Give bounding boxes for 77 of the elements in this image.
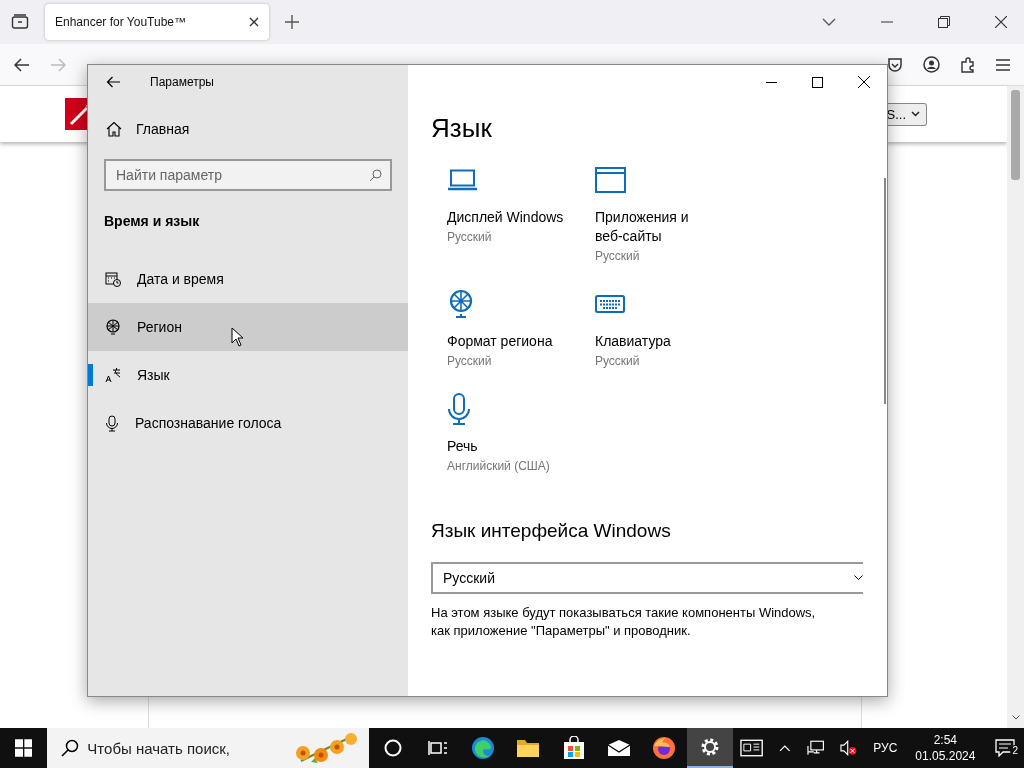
menu-icon[interactable] xyxy=(996,58,1010,71)
chevron-up-icon[interactable] xyxy=(779,744,791,752)
home-icon xyxy=(106,121,122,137)
close-icon[interactable] xyxy=(249,17,259,27)
chevron-down-icon[interactable] xyxy=(822,18,836,26)
search-icon xyxy=(61,739,80,757)
tab-list-icon[interactable] xyxy=(11,14,29,30)
language-dropdown[interactable]: Русский xyxy=(431,562,863,594)
tile-title: Приложения и веб-сайты xyxy=(595,208,690,246)
home-link[interactable]: Главная xyxy=(88,99,408,137)
settings-tile[interactable]: Речь Английский (США) xyxy=(447,393,595,476)
nav-item-label: Распознавание голоса xyxy=(135,415,282,431)
task-view-icon xyxy=(427,740,448,756)
scrollbar-thumb[interactable] xyxy=(1011,90,1020,180)
news-icon[interactable] xyxy=(739,739,763,757)
tile-subtitle: Русский xyxy=(447,353,492,370)
browser-tab[interactable]: Enhancer for YouTube™ xyxy=(45,4,269,40)
nav-item[interactable]: Распознавание голоса xyxy=(88,399,408,447)
windows-logo-icon[interactable] xyxy=(15,739,33,757)
nav-item-label: Регион xyxy=(137,319,182,335)
nav-item[interactable]: Дата и время xyxy=(88,255,408,303)
tile-title: Дисплей Windows xyxy=(447,208,564,227)
minimize-icon[interactable] xyxy=(766,81,777,83)
maximize-icon[interactable] xyxy=(812,76,823,88)
settings-tile[interactable]: Клавиатура Русский xyxy=(595,288,743,371)
language-icon xyxy=(105,367,121,383)
scroll-down-icon[interactable] xyxy=(1012,715,1020,720)
nav-item-label: Дата и время xyxy=(137,271,224,287)
envelope-icon xyxy=(607,739,632,757)
tile-title: Формат региона xyxy=(447,332,553,351)
back-arrow-icon[interactable] xyxy=(14,57,30,72)
section-heading: Язык интерфейса Windows xyxy=(431,520,672,542)
app-window-icon xyxy=(595,164,626,196)
settings-tile[interactable]: Формат региона Русский xyxy=(447,288,595,371)
nav-item[interactable]: Язык xyxy=(88,351,408,399)
new-tab-icon[interactable] xyxy=(285,15,299,29)
clock[interactable]: 2:54 01.05.2024 xyxy=(915,732,976,764)
nav-item-label: Язык xyxy=(137,367,170,383)
tile-title: Речь xyxy=(447,437,478,456)
network-icon[interactable] xyxy=(806,740,824,756)
search-icon xyxy=(369,169,382,182)
calendar-clock-icon xyxy=(105,271,121,287)
puzzle-icon[interactable] xyxy=(960,56,976,73)
nav-item[interactable]: Регион xyxy=(88,303,408,351)
account-icon[interactable] xyxy=(923,56,940,73)
page-heading: Язык xyxy=(431,113,493,144)
folder-icon xyxy=(516,738,541,758)
notification-icon xyxy=(994,739,1015,757)
circle-icon xyxy=(383,739,402,757)
select-dropdown[interactable]: S... xyxy=(885,102,927,126)
microphone-icon xyxy=(105,414,119,432)
shopping-bag-icon xyxy=(562,736,585,760)
settings-tile[interactable]: Дисплей Windows Русский xyxy=(447,164,595,266)
window-title: Параметры xyxy=(150,75,214,89)
notification-button[interactable]: 2 xyxy=(985,739,1024,757)
tile-title: Клавиатура xyxy=(595,332,671,351)
close-icon[interactable] xyxy=(858,76,870,88)
tile-subtitle: Русский xyxy=(595,353,640,370)
taskbar-search-field[interactable]: Чтобы начать поиск, xyxy=(47,728,370,768)
settings-tile[interactable]: Приложения и веб-сайты Русский xyxy=(595,164,743,266)
tile-subtitle: Русский xyxy=(595,248,640,265)
description-text: На этом языке будут показываться такие компоненты Windows, как приложение "Параметры" и проводник. xyxy=(431,604,817,640)
mouse-cursor-icon xyxy=(231,327,244,347)
tile-subtitle: Английский (США) xyxy=(447,458,550,475)
chevron-down-icon xyxy=(911,111,920,117)
tile-subtitle: Русский xyxy=(447,229,492,246)
taskbar-app[interactable] xyxy=(686,728,733,768)
speaker-muted-icon[interactable] xyxy=(839,740,858,756)
input-language[interactable]: РУС xyxy=(873,741,898,755)
microphone-icon xyxy=(447,393,471,425)
section-heading: Время и язык xyxy=(103,212,201,229)
notification-count: 2 xyxy=(1010,745,1020,756)
chevron-down-icon xyxy=(854,575,863,581)
search-field[interactable]: Найти параметр xyxy=(104,159,392,191)
back-arrow-icon[interactable] xyxy=(106,76,120,88)
close-icon[interactable] xyxy=(995,16,1007,28)
restore-icon[interactable] xyxy=(938,16,950,28)
